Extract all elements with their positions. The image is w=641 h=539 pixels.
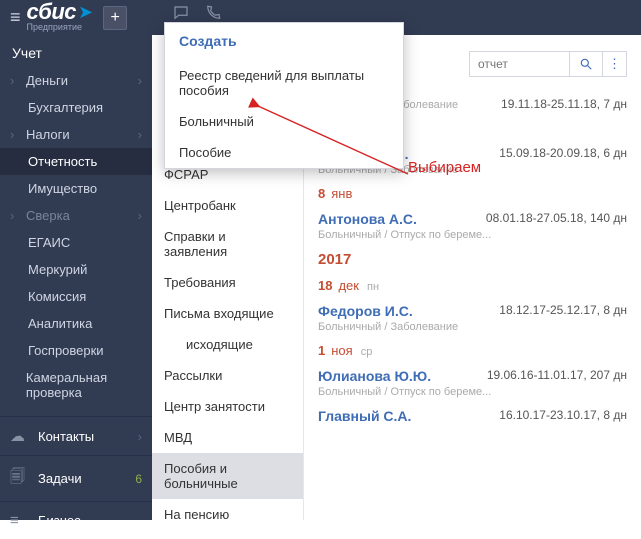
person-name: Федоров И.С. bbox=[318, 303, 413, 319]
midcol-item[interactable]: Центр занятости bbox=[152, 391, 303, 422]
midcol-label: ФСРАР bbox=[164, 167, 208, 182]
sidebar-item[interactable]: Камеральная проверка bbox=[0, 364, 152, 406]
sidebar-item[interactable]: Отчетность bbox=[0, 148, 152, 175]
section-label: Бизнес bbox=[38, 513, 142, 528]
sidebar-item[interactable]: Комиссия bbox=[0, 283, 152, 310]
chevron-icon: › bbox=[10, 208, 20, 223]
person-dates: 19.06.16-11.01.17, 207 дн bbox=[487, 368, 627, 382]
section-icon: ☁ bbox=[10, 427, 30, 445]
person-name: Главный С.А. bbox=[318, 408, 411, 424]
person-dates: 18.12.17-25.12.17, 8 дн bbox=[499, 303, 627, 317]
section-icon: ≡ bbox=[10, 512, 30, 529]
midcol-item[interactable]: Письма входящие bbox=[152, 298, 303, 329]
dropdown-item[interactable]: Больничный bbox=[165, 106, 403, 137]
sidebar-section-item[interactable]: ☁ Контакты bbox=[0, 416, 152, 455]
person-name: Юлианова Ю.Ю. bbox=[318, 368, 431, 384]
chevron-icon: › bbox=[10, 73, 20, 88]
sidebar-item[interactable]: Бухгалтерия bbox=[0, 94, 152, 121]
brand-sub: Предприятие bbox=[27, 21, 94, 33]
person-dates: 08.01.18-27.05.18, 140 дн bbox=[486, 211, 627, 225]
midcol-item[interactable]: МВД bbox=[152, 422, 303, 453]
year-divider: 2017 bbox=[318, 251, 627, 268]
midcol-label: Требования bbox=[164, 275, 236, 290]
date-row: 1нояср bbox=[318, 343, 627, 358]
section-label: Контакты bbox=[38, 429, 138, 444]
person-sub: Больничный / Отпуск по береме... bbox=[318, 229, 627, 241]
sidebar-item[interactable]: Меркурий bbox=[0, 256, 152, 283]
midcol-label: Рассылки bbox=[164, 368, 222, 383]
midcol-item[interactable]: Справки и заявления bbox=[152, 221, 303, 267]
person-row[interactable]: Федоров И.С. 18.12.17-25.12.17, 8 дн Больн… bbox=[318, 303, 627, 333]
create-dropdown: Создать Реестр сведений для выплаты посо… bbox=[164, 22, 404, 169]
filter-input[interactable] bbox=[469, 51, 569, 77]
sidebar-item-label: Комиссия bbox=[28, 289, 86, 304]
badge: 6 bbox=[135, 472, 142, 486]
midcol-item[interactable]: Пособия и больничные bbox=[152, 453, 303, 499]
person-dates: 15.09.18-20.09.18, 6 дн bbox=[499, 146, 627, 160]
person-name: Антонова А.С. bbox=[318, 211, 417, 227]
sidebar-item[interactable]: Госпроверки bbox=[0, 337, 152, 364]
sidebar: Учет › Деньги Бухгалтерия › Налоги Отчетность… bbox=[0, 35, 152, 520]
sidebar-item[interactable]: › Сверка bbox=[0, 202, 152, 229]
midcol-item[interactable]: На пенсию bbox=[152, 499, 303, 530]
sidebar-item[interactable]: › Деньги bbox=[0, 67, 152, 94]
sidebar-item-label: Бухгалтерия bbox=[28, 100, 103, 115]
dropdown-item[interactable]: Пособие bbox=[165, 137, 403, 168]
sidebar-item[interactable]: Аналитика bbox=[0, 310, 152, 337]
sidebar-item-label: Имущество bbox=[28, 181, 97, 196]
midcol-label: Письма входящие bbox=[164, 306, 274, 321]
filter-bar: ⋮ bbox=[469, 51, 627, 77]
sidebar-item-label: Госпроверки bbox=[28, 343, 104, 358]
person-row[interactable]: Юлианова Ю.Ю. 19.06.16-11.01.17, 207 дн Бо… bbox=[318, 368, 627, 398]
brand-text: сбис bbox=[27, 3, 77, 21]
midcol-label: Центр занятости bbox=[164, 399, 265, 414]
logo-wing-icon: ➤ bbox=[78, 3, 93, 21]
section-label: Задачи bbox=[38, 471, 135, 486]
midcol-item[interactable]: Рассылки bbox=[152, 360, 303, 391]
chevron-icon: › bbox=[10, 127, 20, 142]
filter-dropdown-button[interactable]: ⋮ bbox=[603, 51, 627, 77]
sidebar-item-label: ЕГАИС bbox=[28, 235, 70, 250]
midcol-label: Справки и заявления bbox=[164, 229, 227, 259]
search-button[interactable] bbox=[569, 51, 603, 77]
sidebar-section-item[interactable]: ≡ Бизнес bbox=[0, 501, 152, 539]
sidebar-item[interactable]: › Налоги bbox=[0, 121, 152, 148]
feed-dates: 19.11.18-25.11.18, 7 дн bbox=[501, 97, 627, 111]
sidebar-item[interactable]: ЕГАИС bbox=[0, 229, 152, 256]
hamburger-icon[interactable]: ≡ bbox=[4, 7, 27, 28]
midcol-label: исходящие bbox=[186, 337, 253, 352]
person-sub: Больничный / Отпуск по береме... bbox=[318, 386, 627, 398]
dropdown-title: Создать bbox=[165, 23, 403, 60]
sidebar-item-label: Отчетность bbox=[28, 154, 97, 169]
person-sub: Больничный / Заболевание bbox=[318, 321, 627, 333]
logo[interactable]: сбис ➤ Предприятие bbox=[27, 3, 94, 33]
midcol-item[interactable]: исходящие bbox=[152, 329, 303, 360]
sidebar-item[interactable]: Имущество bbox=[0, 175, 152, 202]
sidebar-item-label: Камеральная проверка bbox=[26, 370, 142, 400]
midcol-label: Пособия и больничные bbox=[164, 461, 238, 491]
date-row: 8янв bbox=[318, 186, 627, 201]
midcol-label: Центробанк bbox=[164, 198, 236, 213]
sidebar-item-label: Деньги bbox=[26, 73, 68, 88]
person-dates: 16.10.17-23.10.17, 8 дн bbox=[499, 408, 627, 422]
date-row: 18декпн bbox=[318, 278, 627, 293]
section-icon: 🗐 bbox=[10, 466, 30, 491]
sidebar-item-label: Налоги bbox=[26, 127, 70, 142]
person-row[interactable]: Главный С.А. 16.10.17-23.10.17, 8 дн bbox=[318, 408, 627, 424]
sidebar-item-label: Меркурий bbox=[28, 262, 87, 277]
person-row[interactable]: Антонова А.С. 08.01.18-27.05.18, 140 дн Бо… bbox=[318, 211, 627, 241]
sidebar-title: Учет bbox=[0, 35, 152, 67]
dropdown-item[interactable]: Реестр сведений для выплаты пособия bbox=[165, 60, 403, 106]
sidebar-section-item[interactable]: 🗐 Задачи6 bbox=[0, 455, 152, 501]
midcol-label: МВД bbox=[164, 430, 192, 445]
midcol-item[interactable]: Центробанк bbox=[152, 190, 303, 221]
midcol-item[interactable]: Требования bbox=[152, 267, 303, 298]
sidebar-item-label: Сверка bbox=[26, 208, 70, 223]
plus-button[interactable]: + bbox=[103, 6, 127, 30]
sidebar-item-label: Аналитика bbox=[28, 316, 92, 331]
